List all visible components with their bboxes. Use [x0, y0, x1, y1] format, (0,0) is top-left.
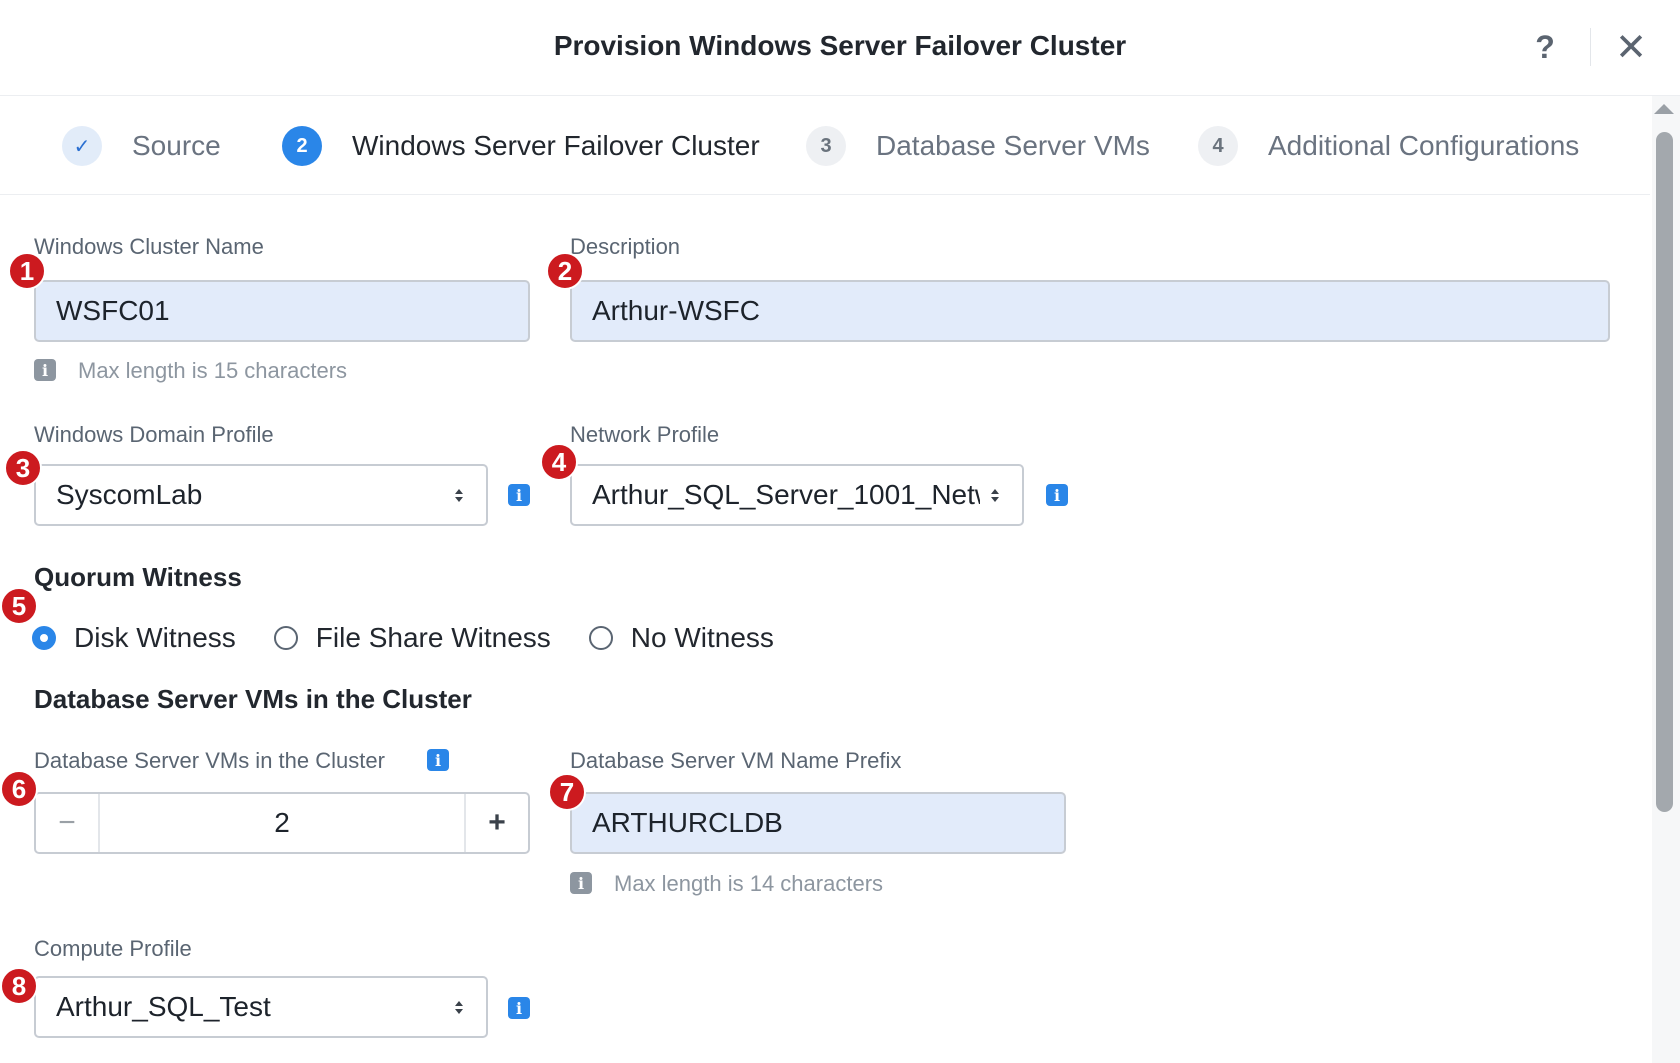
- select-arrows-icon: [444, 488, 474, 502]
- radio-unchecked-icon: [273, 626, 298, 650]
- radio-label: File Share Witness: [315, 622, 551, 653]
- radio-label: No Witness: [630, 622, 774, 653]
- radio-file-share-witness[interactable]: File Share Witness: [273, 622, 551, 654]
- check-icon: ✓: [62, 126, 102, 166]
- decrement-button[interactable]: −: [36, 794, 100, 852]
- network-profile-label: Network Profile: [570, 422, 720, 447]
- info-icon: i: [34, 359, 56, 381]
- header-divider: [1590, 28, 1591, 66]
- select-arrows-icon: [980, 488, 1010, 502]
- description-label: Description: [570, 234, 681, 259]
- quorum-witness-title: Quorum Witness: [34, 562, 242, 592]
- step-number: 3: [806, 126, 846, 166]
- increment-button[interactable]: +: [464, 794, 528, 852]
- annotation-badge: 7: [548, 773, 586, 811]
- quorum-witness-radio-group: Disk Witness File Share Witness No Witne…: [32, 618, 812, 658]
- compute-profile-label: Compute Profile: [34, 936, 192, 961]
- info-icon: i: [570, 872, 592, 894]
- radio-no-witness[interactable]: No Witness: [588, 622, 774, 654]
- annotation-badge: 8: [0, 967, 38, 1005]
- step-additional-configurations[interactable]: 4 Additional Configurations: [1198, 97, 1579, 195]
- domain-profile-select[interactable]: SyscomLab: [34, 464, 488, 526]
- annotation-badge: 4: [540, 443, 578, 481]
- radio-unchecked-icon: [588, 626, 613, 650]
- cluster-name-hint: Max length is 15 characters: [78, 358, 348, 383]
- annotation-badge: 6: [0, 770, 38, 808]
- compute-profile-select[interactable]: Arthur_SQL_Test: [34, 976, 488, 1038]
- vm-prefix-hint: Max length is 14 characters: [614, 871, 884, 896]
- info-icon[interactable]: i: [427, 749, 449, 771]
- step-source[interactable]: ✓ Source: [62, 97, 221, 195]
- step-label: Database Server VMs: [876, 130, 1150, 161]
- step-label: Windows Server Failover Cluster: [352, 130, 760, 161]
- info-icon[interactable]: i: [1046, 484, 1068, 506]
- radio-checked-icon: [32, 626, 56, 650]
- domain-profile-value: SyscomLab: [56, 479, 203, 510]
- help-button[interactable]: ?: [1520, 22, 1570, 72]
- vm-prefix-label: Database Server VM Name Prefix: [570, 748, 902, 773]
- close-button[interactable]: ✕: [1606, 22, 1656, 72]
- select-arrows-icon: [444, 1000, 474, 1014]
- scroll-up-arrow[interactable]: [1654, 104, 1674, 114]
- cluster-name-input[interactable]: WSFC01: [34, 280, 530, 342]
- step-number: 2: [282, 126, 322, 166]
- vm-prefix-input[interactable]: ARTHURCLDB: [570, 792, 1066, 854]
- network-profile-value: Arthur_SQL_Server_1001_Network: [592, 479, 980, 510]
- step-number: 4: [1198, 126, 1238, 166]
- radio-disk-witness[interactable]: Disk Witness: [32, 622, 236, 654]
- wizard-steps: ✓ Source 2 Windows Server Failover Clust…: [0, 97, 1650, 195]
- step-label: Source: [132, 130, 221, 161]
- dialog-title: Provision Windows Server Failover Cluste…: [553, 30, 1127, 61]
- annotation-badge: 2: [546, 252, 584, 290]
- annotation-badge: 3: [4, 449, 42, 487]
- step-label: Additional Configurations: [1268, 130, 1580, 161]
- scrollbar-thumb[interactable]: [1656, 132, 1673, 812]
- vm-count-label: Database Server VMs in the Cluster: [34, 748, 385, 773]
- annotation-badge: 1: [8, 252, 46, 290]
- db-section-title: Database Server VMs in the Cluster: [34, 684, 472, 714]
- vm-count-stepper: − 2 +: [34, 792, 530, 854]
- cluster-name-label: Windows Cluster Name: [34, 234, 264, 259]
- network-profile-select[interactable]: Arthur_SQL_Server_1001_Network: [570, 464, 1024, 526]
- compute-profile-value: Arthur_SQL_Test: [56, 991, 271, 1022]
- description-input[interactable]: Arthur-WSFC: [570, 280, 1610, 342]
- vm-count-value[interactable]: 2: [100, 794, 464, 852]
- info-icon[interactable]: i: [508, 484, 530, 506]
- step-windows-server-failover-cluster[interactable]: 2 Windows Server Failover Cluster: [282, 97, 760, 195]
- domain-profile-label: Windows Domain Profile: [34, 422, 274, 447]
- info-icon[interactable]: i: [508, 997, 530, 1019]
- dialog-header: Provision Windows Server Failover Cluste…: [0, 0, 1680, 96]
- radio-label: Disk Witness: [74, 622, 236, 653]
- step-database-server-vms[interactable]: 3 Database Server VMs: [806, 97, 1150, 195]
- annotation-badge: 5: [0, 587, 38, 625]
